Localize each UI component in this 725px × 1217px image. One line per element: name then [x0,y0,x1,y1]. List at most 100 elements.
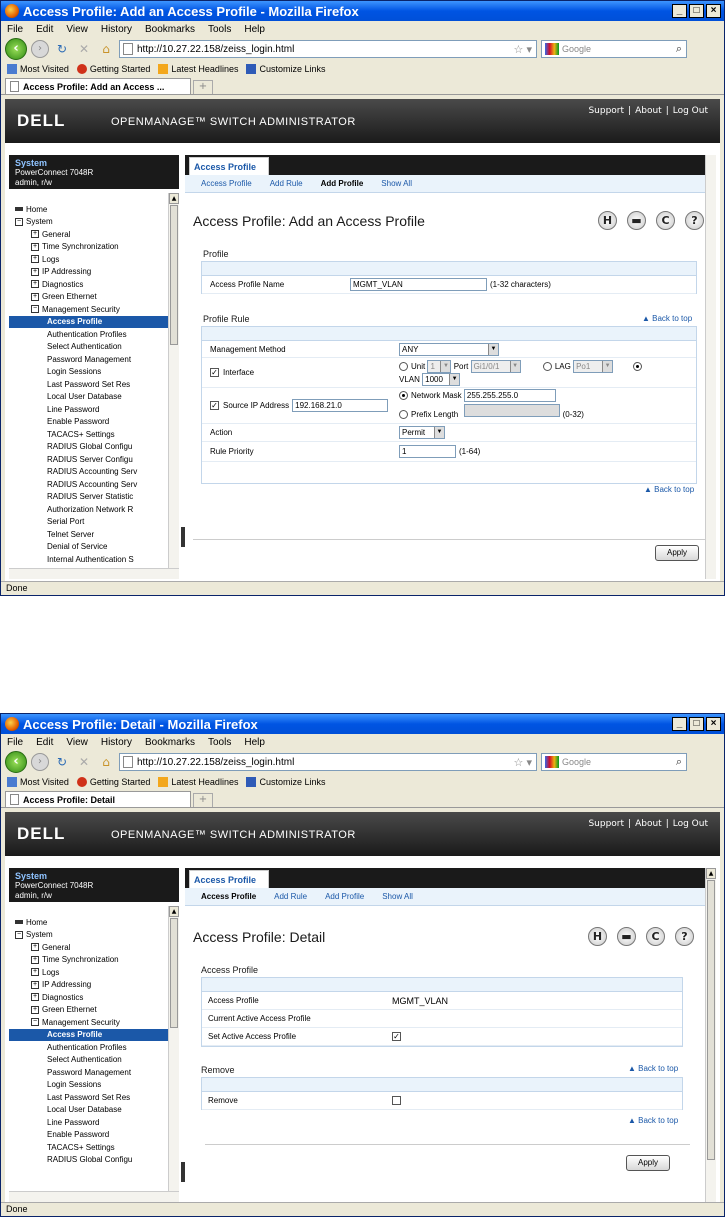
tree-horizontal-scrollbar[interactable] [9,1191,179,1202]
tree-item[interactable]: RADIUS Server Statistic [9,491,179,504]
save-icon[interactable]: H [598,211,617,230]
subnav-add-profile[interactable]: Add Profile [321,179,364,188]
collapse-icon[interactable]: − [15,930,23,939]
tree-item[interactable]: + Time Synchronization [9,954,179,967]
subnav-add-rule[interactable]: Add Rule [270,179,303,188]
expand-icon[interactable]: + [31,980,39,989]
tree-item[interactable]: + IP Addressing [9,266,179,279]
tree-item[interactable]: − System [9,929,179,942]
subnav-add-profile[interactable]: Add Profile [325,892,364,901]
tree-item[interactable]: Enable Password [9,1129,179,1142]
menu-tools[interactable]: Tools [208,737,231,748]
remove-checkbox[interactable] [392,1096,401,1105]
tree-item[interactable]: RADIUS Accounting Serv [9,466,179,479]
tree-item[interactable]: Line Password [9,403,179,416]
subnav-add-rule[interactable]: Add Rule [274,892,307,901]
menu-help[interactable]: Help [244,24,265,35]
tree-item[interactable]: RADIUS Global Configu [9,1154,179,1167]
tree-item[interactable]: Local User Database [9,391,179,404]
search-box[interactable]: Google ⌕ [541,40,687,58]
subnav-show-all[interactable]: Show All [381,179,412,188]
tree-item[interactable]: Password Management [9,1066,179,1079]
menu-edit[interactable]: Edit [36,737,53,748]
tree-item[interactable]: + General [9,228,179,241]
home-icon[interactable]: ⌂ [97,40,115,58]
tree-item[interactable]: Denial of Service [9,541,179,554]
bookmark-getting-started[interactable]: Getting Started [76,64,150,74]
scroll-up-icon[interactable]: ▲ [706,868,716,879]
expand-icon[interactable]: + [31,968,39,977]
prefix-length-input[interactable] [464,404,561,417]
tree-item[interactable]: Access Profile [9,315,179,328]
reload-icon[interactable]: ↻ [53,40,71,58]
tree-item[interactable]: + IP Addressing [9,979,179,992]
tree-item[interactable]: − Management Security [9,303,179,316]
source-ip-input[interactable]: 192.168.21.0 [292,399,389,412]
rule-priority-input[interactable]: 1 [399,445,456,458]
apply-button[interactable]: Apply [655,545,699,561]
menu-view[interactable]: View [66,737,88,748]
back-to-top-link[interactable]: ▲ Back to top [642,314,692,323]
logout-link[interactable]: Log Out [673,106,708,116]
tree-item[interactable]: − System [9,216,179,229]
expand-icon[interactable]: + [31,993,39,1002]
collapse-icon[interactable]: − [15,217,23,226]
tree-item[interactable]: RADIUS Global Configu [9,441,179,454]
back-to-top-link[interactable]: ▲ Back to top [628,1116,678,1125]
vlan-select[interactable]: 1000 ▼ [422,372,461,386]
home-icon[interactable]: ⌂ [97,753,115,771]
tree-item[interactable]: TACACS+ Settings [9,1141,179,1154]
tree-item[interactable]: Home [9,916,179,929]
tree-item[interactable]: Home [9,203,179,216]
profile-name-input[interactable]: MGMT_VLAN [350,278,487,291]
tree-item[interactable]: − Management Security [9,1016,179,1029]
expand-icon[interactable]: + [31,292,39,301]
bookmark-customize-links[interactable]: Customize Links [246,64,325,74]
scroll-up-icon[interactable]: ▲ [169,193,179,204]
collapse-icon[interactable]: − [31,305,39,314]
tree-item[interactable]: + Logs [9,966,179,979]
tree-item[interactable]: Local User Database [9,1104,179,1117]
tree-horizontal-scrollbar[interactable] [9,568,179,579]
back-to-top-link[interactable]: ▲ Back to top [628,1064,678,1073]
bookmark-most-visited[interactable]: Most Visited [7,777,69,787]
browser-tab[interactable]: Access Profile: Detail [5,791,191,807]
help-icon[interactable]: ? [675,927,694,946]
tree-item[interactable]: Login Sessions [9,366,179,379]
source-ip-checkbox[interactable]: ✓ [210,401,219,410]
menu-help[interactable]: Help [244,737,265,748]
minimize-icon[interactable]: _ [672,4,687,18]
print-icon[interactable]: ▬ [617,927,636,946]
mgmt-method-select[interactable]: ANY ▼ [399,342,499,356]
expand-icon[interactable]: + [31,230,39,239]
collapse-icon[interactable]: − [31,1018,39,1027]
unit-select[interactable]: 1 ▼ [427,359,452,373]
expand-icon[interactable]: + [31,242,39,251]
about-link[interactable]: About [635,106,662,116]
expand-icon[interactable]: + [31,955,39,964]
apply-button[interactable]: Apply [626,1155,670,1171]
tree-item[interactable]: + Diagnostics [9,991,179,1004]
set-active-checkbox[interactable]: ✓ [392,1032,401,1041]
forward-icon[interactable]: › [31,40,49,58]
tree-item[interactable]: Authentication Profiles [9,1041,179,1054]
menu-bookmarks[interactable]: Bookmarks [145,737,195,748]
interface-checkbox[interactable]: ✓ [210,368,219,377]
browser-tab[interactable]: Access Profile: Add an Access ... [5,78,191,94]
main-vertical-scrollbar[interactable] [705,155,716,579]
menu-file[interactable]: File [7,737,23,748]
print-icon[interactable]: ▬ [627,211,646,230]
port-select[interactable]: Gi1/0/1 ▼ [470,359,521,373]
search-icon[interactable]: ⌕ [676,756,686,769]
expand-icon[interactable]: + [31,267,39,276]
menu-history[interactable]: History [101,24,132,35]
search-icon[interactable]: ⌕ [676,43,686,56]
menu-file[interactable]: File [7,24,23,35]
new-tab-button[interactable]: + [193,793,213,807]
back-icon[interactable]: ‹ [5,751,27,773]
help-icon[interactable]: ? [685,211,704,230]
tree-item[interactable]: Authorization Network R [9,503,179,516]
menu-bookmarks[interactable]: Bookmarks [145,24,195,35]
expand-icon[interactable]: + [31,1005,39,1014]
expand-icon[interactable]: + [31,280,39,289]
